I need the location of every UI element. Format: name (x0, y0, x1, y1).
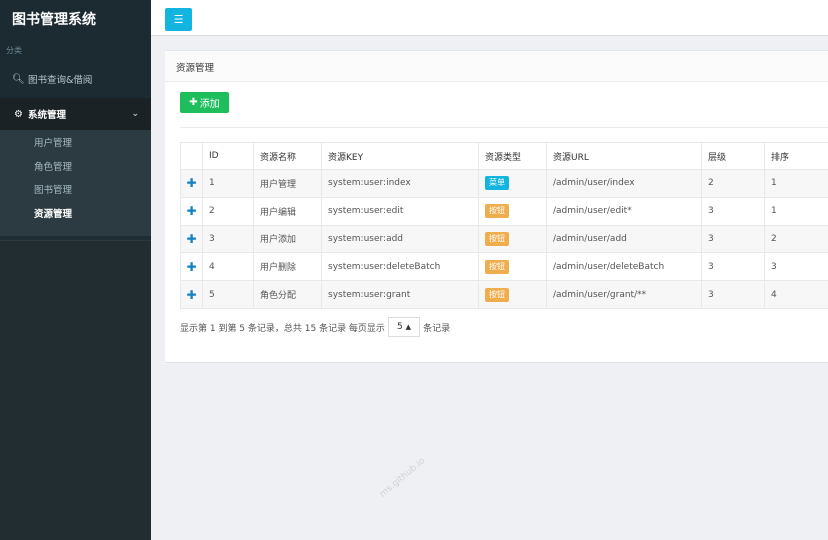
cell-sort: 3 (764, 252, 828, 282)
sidebar-group-system: ⚙ 系统管理 ⌄ 用户管理 角色管理 图书管理 资源管理 (0, 98, 151, 236)
expand-cell[interactable]: ✚ (180, 252, 203, 282)
cell-type: 按钮 (478, 280, 547, 309)
cell-type: 按钮 (478, 197, 547, 226)
cell-sort: 2 (764, 225, 828, 254)
pagination: 显示第 1 到第 5 条记录，总共 15 条记录 每页显示 5 ▲ 条记录 (180, 317, 450, 337)
type-badge: 按钮 (485, 259, 509, 274)
cell-level: 3 (701, 280, 765, 309)
cell-id: 5 (202, 280, 254, 309)
cell-sort: 4 (764, 280, 828, 309)
pagination-summary: 显示第 1 到第 5 条记录，总共 15 条记录 每页显示 (180, 323, 385, 334)
type-badge: 按钮 (485, 204, 509, 219)
menu-toggle-button[interactable]: ☰ (165, 8, 192, 31)
cell-url: /admin/user/edit* (546, 197, 702, 226)
cell-url: /admin/user/deleteBatch (546, 252, 702, 282)
cell-level: 2 (701, 169, 765, 198)
table-row[interactable]: ✚ 1 用户管理 system:user:index 菜单/admin/user/ind… (180, 169, 828, 198)
sidebar-group-system-toggle[interactable]: ⚙ 系统管理 ⌄ (0, 98, 151, 130)
cell-level: 3 (701, 225, 765, 254)
watermark: ms.github.io (378, 455, 428, 500)
cell-id: 4 (202, 252, 254, 282)
cell-name: 角色分配 (253, 280, 322, 309)
column-header-type[interactable]: 资源类型 (478, 142, 547, 170)
add-button[interactable]: ✚ 添加 (180, 92, 229, 113)
gear-icon: ⚙ (14, 108, 23, 120)
expand-row-icon[interactable]: ✚ (186, 232, 196, 246)
table-row[interactable]: ✚ 3 用户添加 system:user:add 按钮/admin/user/add 3 2 (180, 225, 828, 254)
sidebar-item-label: 图书查询&借阅 (28, 75, 93, 86)
table-row[interactable]: ✚ 4 用户删除 system:user:deleteBatch 按钮/admin/us… (180, 252, 828, 282)
sidebar-item-resources[interactable]: 资源管理 (0, 203, 151, 227)
cell-name: 用户编辑 (253, 197, 322, 226)
sidebar-item-books[interactable]: 图书管理 (0, 179, 151, 203)
resource-table: ID 资源名称 资源KEY 资源类型 资源URL 层级 排序 ✚ 1 用户管理 sys… (180, 142, 828, 309)
cell-name: 用户管理 (253, 169, 322, 198)
column-header-url[interactable]: 资源URL (546, 142, 702, 170)
sidebar-item-roles[interactable]: 角色管理 (0, 156, 151, 180)
cell-level: 3 (701, 197, 765, 226)
cell-key: system:user:grant (321, 280, 479, 309)
cell-type: 按钮 (478, 252, 547, 282)
type-badge: 按钮 (485, 287, 509, 302)
cell-url: /admin/user/add (546, 225, 702, 254)
topbar: ☰ (151, 0, 828, 36)
sidebar-submenu: 用户管理 角色管理 图书管理 资源管理 (0, 130, 151, 236)
hamburger-icon: ☰ (173, 13, 184, 26)
cell-id: 1 (202, 169, 254, 198)
sidebar-group-label: 系统管理 (28, 110, 67, 121)
table-row[interactable]: ✚ 2 用户编辑 system:user:edit 按钮/admin/user/edit… (180, 197, 828, 226)
expand-cell[interactable]: ✚ (180, 169, 203, 198)
expand-row-icon[interactable]: ✚ (186, 176, 196, 190)
cell-key: system:user:index (321, 169, 479, 198)
cell-url: /admin/user/index (546, 169, 702, 198)
cell-key: system:user:add (321, 225, 479, 254)
panel-title: 资源管理 (165, 51, 828, 82)
table-header-row: ID 资源名称 资源KEY 资源类型 资源URL 层级 排序 (180, 142, 828, 170)
cell-name: 用户删除 (253, 252, 322, 282)
expand-cell[interactable]: ✚ (180, 225, 203, 254)
plus-icon: ✚ (189, 97, 198, 108)
column-header-name[interactable]: 资源名称 (253, 142, 322, 170)
column-header-sort[interactable]: 排序 (764, 142, 828, 170)
page-size-value: 5 (396, 322, 403, 332)
expand-row-icon[interactable]: ✚ (186, 260, 196, 274)
cell-id: 3 (202, 225, 254, 254)
expand-cell[interactable]: ✚ (180, 197, 203, 226)
table-row[interactable]: ✚ 5 角色分配 system:user:grant 按钮/admin/user/gra… (180, 280, 828, 309)
sidebar-item-users[interactable]: 用户管理 (0, 132, 151, 156)
cell-id: 2 (202, 197, 254, 226)
cell-key: system:user:deleteBatch (321, 252, 479, 282)
search-icon: 🔍︎ (12, 73, 25, 85)
chevron-down-icon: ⌄ (131, 109, 139, 119)
sidebar: 图书管理系统 分类 🔍︎ 图书查询&借阅 ⚙ 系统管理 ⌄ 用户管理 角色管理 … (0, 0, 151, 540)
cell-level: 3 (701, 252, 765, 282)
expand-row-icon[interactable]: ✚ (186, 288, 196, 302)
cell-type: 按钮 (478, 225, 547, 254)
cell-sort: 1 (764, 169, 828, 198)
column-header-id[interactable]: ID (202, 142, 254, 170)
column-header-key[interactable]: 资源KEY (321, 142, 479, 170)
caret-up-icon: ▲ (405, 323, 412, 331)
type-badge: 菜单 (485, 176, 509, 191)
cell-key: system:user:edit (321, 197, 479, 226)
page-size-dropdown[interactable]: 5 ▲ (387, 317, 421, 337)
expand-row-icon[interactable]: ✚ (186, 204, 196, 218)
type-badge: 按钮 (485, 231, 509, 246)
add-button-label: 添加 (199, 99, 220, 110)
sidebar-empty-area (0, 240, 151, 540)
cell-type: 菜单 (478, 169, 547, 198)
column-header-expand (180, 142, 203, 170)
column-header-level[interactable]: 层级 (701, 142, 765, 170)
cell-sort: 1 (764, 197, 828, 226)
cell-url: /admin/user/grant/** (546, 280, 702, 309)
expand-cell[interactable]: ✚ (180, 280, 203, 309)
divider (180, 127, 828, 128)
sidebar-section-label: 分类 (0, 36, 151, 60)
cell-name: 用户添加 (253, 225, 322, 254)
sidebar-item-book-search[interactable]: 🔍︎ 图书查询&借阅 (0, 60, 151, 98)
pagination-suffix: 条记录 (423, 323, 451, 334)
app-title[interactable]: 图书管理系统 (0, 0, 151, 36)
resource-panel: 资源管理 ✚ 添加 ID 资源名称 资源KEY 资源类型 资源URL 层级 排序… (165, 50, 828, 363)
